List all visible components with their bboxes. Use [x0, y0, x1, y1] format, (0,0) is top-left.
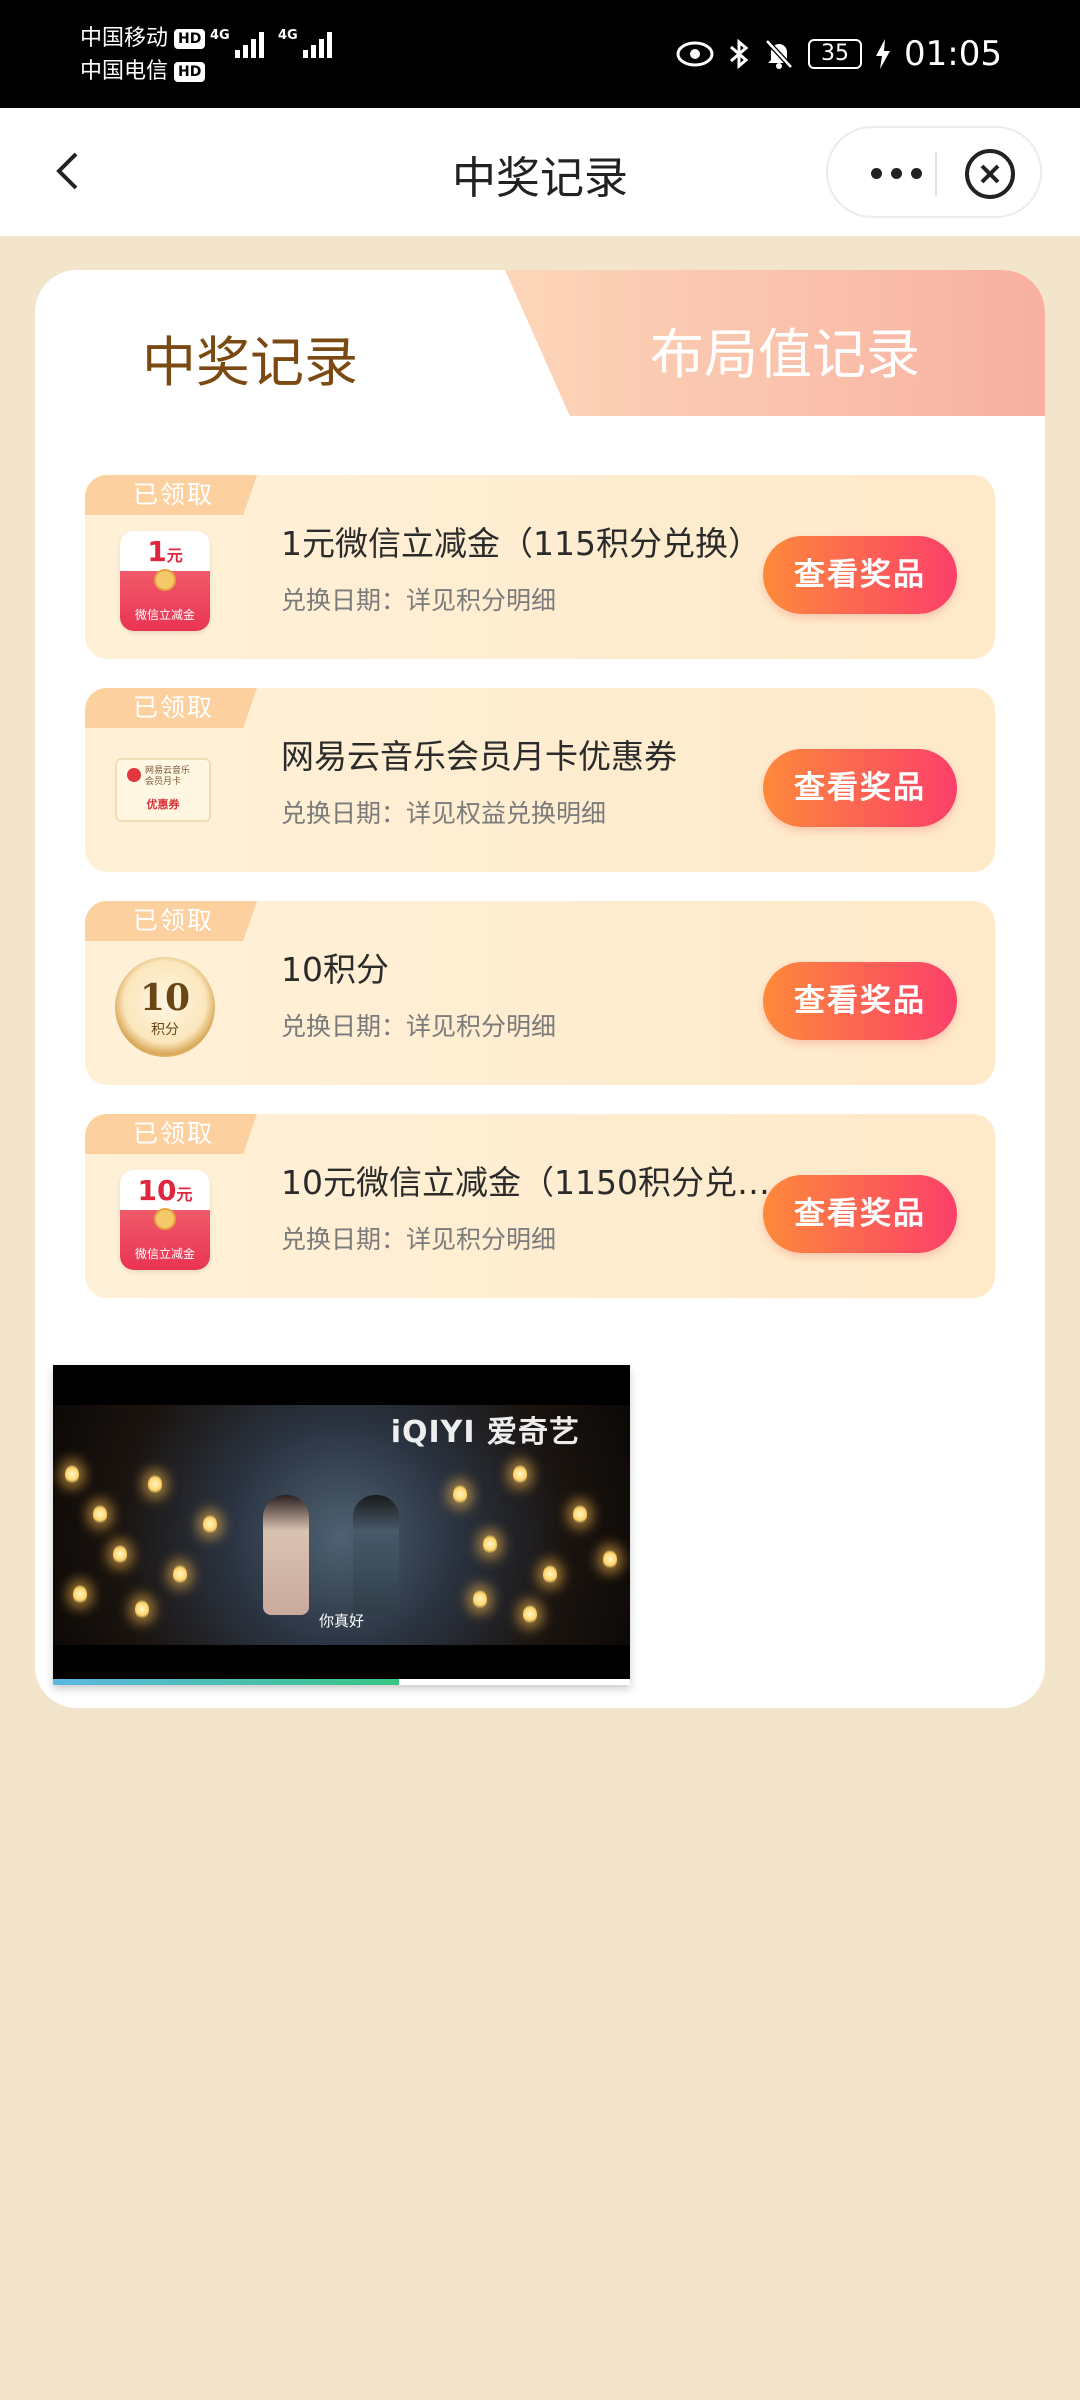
- claimed-badge: 已领取: [85, 475, 257, 515]
- eye-icon: [676, 41, 714, 67]
- network-type: 4G: [278, 28, 298, 43]
- view-prize-button[interactable]: 查看奖品: [763, 536, 957, 614]
- view-prize-button[interactable]: 查看奖品: [763, 1175, 957, 1253]
- exchange-date: 兑换日期：详见积分明细: [281, 1225, 557, 1254]
- status-right: 35 01:05: [676, 30, 1002, 78]
- capsule-divider: [935, 152, 937, 196]
- points-coin-icon: 10 积分: [115, 957, 215, 1065]
- charging-icon: [876, 39, 891, 69]
- battery-indicator: 35: [808, 39, 863, 69]
- network-type: 4G: [210, 28, 230, 43]
- video-subtitle: 你真好: [318, 1612, 364, 1630]
- exchange-date: 兑换日期：详见积分明细: [281, 1012, 557, 1041]
- more-button[interactable]: [856, 156, 936, 190]
- video-progress-bar[interactable]: [53, 1679, 630, 1685]
- music-coupon-icon: 网易云音乐 会员月卡 优惠券: [115, 744, 215, 852]
- iqiyi-logo: iQIYI 爱奇艺: [390, 1415, 580, 1450]
- prize-name: 10积分: [281, 950, 389, 989]
- carrier-name-2: 中国电信: [80, 59, 169, 84]
- more-dots-icon: [870, 167, 882, 179]
- red-envelope-icon: 10元 微信立减金: [115, 1170, 215, 1278]
- carrier-name-1: 中国移动: [80, 26, 169, 51]
- red-envelope-icon: 1元 微信立减金: [115, 531, 215, 639]
- claimed-badge: 已领取: [85, 901, 257, 941]
- view-prize-button[interactable]: 查看奖品: [763, 749, 957, 827]
- record-item: 已领取 1元 微信立减金 1元微信立减金（115积分兑换） 兑换日期：详见积分明…: [85, 475, 995, 659]
- clock: 01:05: [904, 34, 1002, 74]
- view-prize-button[interactable]: 查看奖品: [763, 962, 957, 1040]
- claimed-badge: 已领取: [85, 688, 257, 728]
- tab-curve: [555, 416, 1045, 456]
- bluetooth-icon: [730, 38, 749, 70]
- hd-badge: HD: [174, 61, 206, 82]
- floating-video-player[interactable]: 你真好 iQIYI 爱奇艺: [53, 1365, 630, 1685]
- prize-name: 10元微信立减金（1150积分兑换）: [281, 1163, 771, 1202]
- carrier-info: 中国移动 HD 中国电信 HD: [80, 22, 206, 88]
- prize-name: 网易云音乐会员月卡优惠券: [281, 737, 677, 776]
- mini-program-capsule: [826, 126, 1042, 218]
- record-item: 已领取 网易云音乐 会员月卡 优惠券 网易云音乐会员月卡优惠券 兑换日期：详见权益…: [85, 688, 995, 872]
- mute-bell-icon: [765, 39, 793, 69]
- claimed-badge: 已领取: [85, 1114, 257, 1154]
- prize-name: 1元微信立减金（115积分兑换）: [281, 524, 761, 563]
- video-progress-fill: [53, 1679, 400, 1685]
- tab-layout-value-records[interactable]: 布局值记录: [595, 310, 975, 389]
- close-circle-icon[interactable]: [964, 148, 1016, 200]
- hd-badge: HD: [174, 28, 206, 49]
- signal-icons: 4G 4G: [210, 28, 332, 58]
- signal-icon: 4G: [210, 28, 264, 58]
- title-bar: 中奖记录: [0, 108, 1080, 236]
- record-item: 已领取 10 积分 10积分 兑换日期：详见积分明细 查看奖品: [85, 901, 995, 1085]
- tab-winning-records[interactable]: 中奖记录: [105, 318, 395, 397]
- signal-icon: 4G: [278, 28, 332, 58]
- status-bar: 中国移动 HD 中国电信 HD 4G 4G 35 01:05: [0, 0, 1080, 108]
- exchange-date: 兑换日期：详见权益兑换明细: [281, 799, 607, 828]
- exchange-date: 兑换日期：详见积分明细: [281, 586, 557, 615]
- record-item: 已领取 10元 微信立减金 10元微信立减金（1150积分兑换） 兑换日期：详见…: [85, 1114, 995, 1298]
